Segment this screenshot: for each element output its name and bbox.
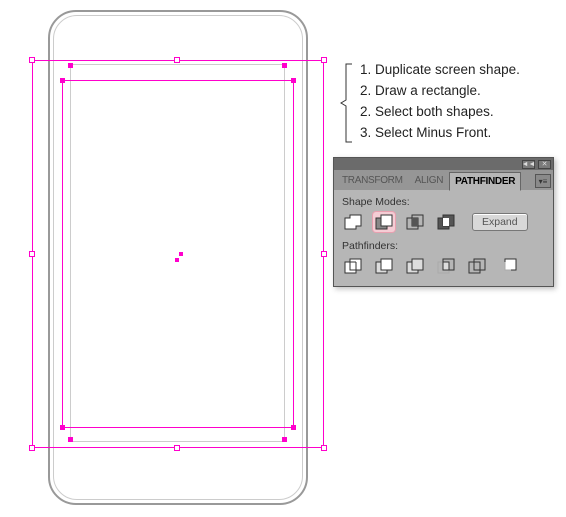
tab-align[interactable]: ALIGN [409,171,450,190]
selection-handle[interactable] [321,57,327,63]
instruction-list: 1. Duplicate screen shape. 2. Draw a rec… [360,60,520,144]
tab-transform[interactable]: TRANSFORM [336,171,409,190]
anchor-point[interactable] [291,78,296,83]
instruction-step: 2. Draw a rectangle. [360,81,520,102]
tab-pathfinder[interactable]: PATHFINDER [449,172,521,191]
panel-titlebar[interactable]: ◄◄ ✕ [334,158,553,170]
minus-back-icon[interactable] [497,256,519,276]
expand-button[interactable]: Expand [472,213,528,231]
selected-rectangle[interactable] [62,80,294,428]
merge-icon[interactable] [404,256,426,276]
artboard[interactable] [0,0,360,517]
anchor-point[interactable] [282,437,287,442]
selection-handle[interactable] [174,57,180,63]
selection-handle[interactable] [29,251,35,257]
anchor-point[interactable] [68,437,73,442]
selection-handle[interactable] [321,251,327,257]
pathfinder-panel[interactable]: ◄◄ ✕ TRANSFORM ALIGN PATHFINDER ▾≡ Shape… [333,157,554,287]
anchor-point[interactable] [60,425,65,430]
instruction-step: 1. Duplicate screen shape. [360,60,520,81]
selection-handle[interactable] [29,57,35,63]
minus-front-icon[interactable] [373,212,395,232]
selection-handle[interactable] [174,445,180,451]
anchor-point[interactable] [68,63,73,68]
unite-icon[interactable] [342,212,364,232]
trim-icon[interactable] [373,256,395,276]
collapse-icon[interactable]: ◄◄ [522,160,535,169]
outline-icon[interactable] [466,256,488,276]
instruction-step: 2. Select both shapes. [360,102,520,123]
intersect-icon[interactable] [404,212,426,232]
exclude-icon[interactable] [435,212,457,232]
annotation-bracket [340,62,354,142]
instruction-step: 3. Select Minus Front. [360,123,520,144]
shape-modes-label: Shape Modes: [342,196,545,208]
pathfinders-label: Pathfinders: [342,240,545,252]
selection-handle[interactable] [29,445,35,451]
anchor-point[interactable] [282,63,287,68]
panel-tabs: TRANSFORM ALIGN PATHFINDER ▾≡ [334,170,553,190]
anchor-point[interactable] [291,425,296,430]
panel-menu-icon[interactable]: ▾≡ [535,174,551,188]
close-icon[interactable]: ✕ [538,160,551,169]
crop-icon[interactable] [435,256,457,276]
divide-icon[interactable] [342,256,364,276]
selection-handle[interactable] [321,445,327,451]
anchor-point[interactable] [60,78,65,83]
